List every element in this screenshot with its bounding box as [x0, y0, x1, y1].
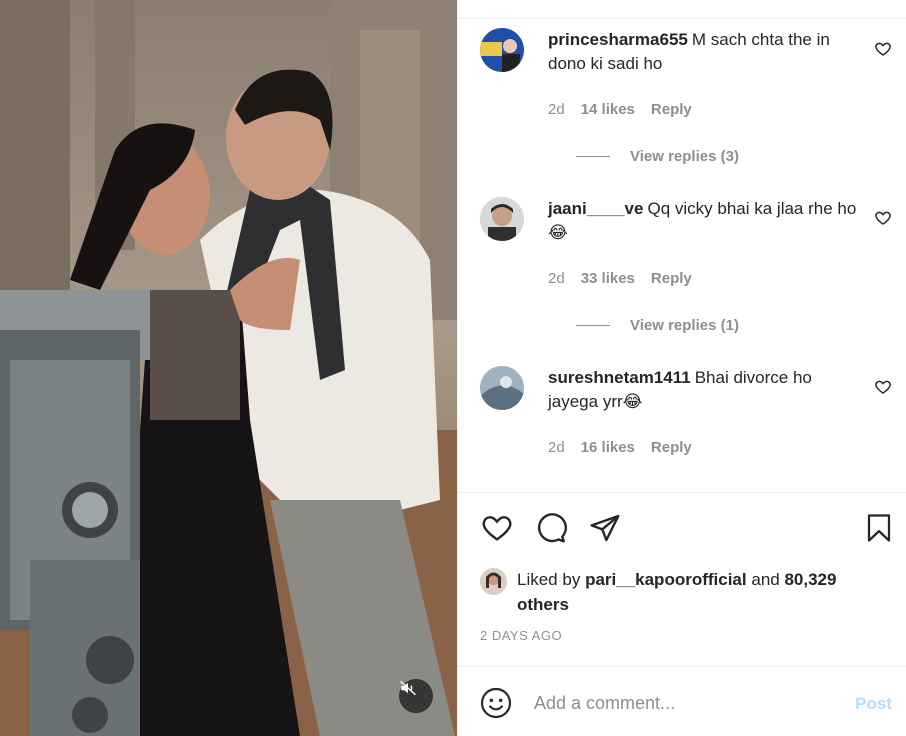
avatar[interactable] — [480, 366, 524, 410]
mute-toggle-button[interactable] — [399, 679, 433, 713]
comment-like-heart-icon[interactable] — [874, 209, 892, 227]
post-date[interactable]: 2 DAYS AGO — [480, 628, 562, 643]
comment-time[interactable]: 2d — [548, 101, 565, 118]
liked-by-and: and — [751, 570, 780, 589]
add-comment-input[interactable] — [534, 689, 834, 717]
like-button[interactable] — [480, 511, 514, 545]
comment-likes[interactable]: 14 likes — [581, 101, 635, 118]
comment-text-block: jaani____ve Qq vicky bhai ka jlaa rhe ho … — [548, 197, 866, 245]
avatar-image — [480, 28, 524, 72]
view-replies-button[interactable]: View replies (3) — [576, 148, 739, 165]
comment-meta: 2d 14 likes Reply — [548, 101, 708, 118]
post-actions — [480, 511, 896, 545]
share-button[interactable] — [588, 511, 622, 545]
comment-time[interactable]: 2d — [548, 439, 565, 456]
view-replies-label: View replies (1) — [630, 317, 739, 334]
speaker-muted-icon — [399, 680, 417, 696]
avatar[interactable] — [480, 197, 524, 241]
avatar[interactable] — [480, 28, 524, 72]
paper-plane-icon — [590, 514, 620, 542]
reply-button[interactable]: Reply — [651, 439, 692, 456]
comment-likes[interactable]: 16 likes — [581, 439, 635, 456]
comment-item: jaani____ve Qq vicky bhai ka jlaa rhe ho … — [480, 197, 892, 337]
comment-item: sureshnetam1411 Bhai divorce ho jayega yr… — [480, 366, 892, 466]
comment-username[interactable]: sureshnetam1411 — [548, 368, 691, 387]
comment-icon — [537, 513, 567, 543]
view-replies-button[interactable]: View replies (1) — [576, 317, 739, 334]
comment-text: Qq vicky bhai ka jlaa rhe ho — [647, 199, 857, 218]
avatar-image — [480, 197, 524, 241]
top-divider — [458, 18, 906, 19]
add-comment-bar: Post — [458, 666, 906, 736]
replies-line — [576, 156, 610, 157]
comments-panel: princesharma655 M sach chta the in dono k… — [457, 0, 906, 736]
view-replies-label: View replies (3) — [630, 148, 739, 165]
liked-by-text: Liked by pari__kapoorofficial and 80,329… — [517, 567, 847, 617]
comment-likes[interactable]: 33 likes — [581, 270, 635, 287]
comment-like-heart-icon[interactable] — [874, 40, 892, 58]
reply-button[interactable]: Reply — [651, 270, 692, 287]
comment-username[interactable]: princesharma655 — [548, 30, 688, 49]
post-button[interactable]: Post — [855, 694, 892, 714]
comment-item: princesharma655 M sach chta the in dono k… — [480, 28, 892, 168]
post-video[interactable] — [0, 0, 457, 736]
bookmark-icon — [867, 514, 891, 542]
comment-text-block: princesharma655 M sach chta the in dono k… — [548, 28, 866, 76]
comment-username[interactable]: jaani____ve — [548, 199, 643, 218]
liked-by-prefix: Liked by — [517, 570, 581, 589]
smiley-icon[interactable] — [480, 687, 512, 719]
comment-button[interactable] — [534, 511, 568, 545]
laughing-emoji: 😂 — [548, 223, 568, 243]
comment-meta: 2d 33 likes Reply — [548, 270, 708, 287]
comment-meta: 2d 16 likes Reply — [548, 439, 708, 456]
comment-text-block: sureshnetam1411 Bhai divorce ho jayega yr… — [548, 366, 866, 414]
comment-like-heart-icon[interactable] — [874, 378, 892, 396]
laughing-emoji: 😂 — [622, 392, 643, 412]
heart-icon — [482, 516, 512, 541]
replies-line — [576, 325, 610, 326]
save-button[interactable] — [862, 511, 896, 545]
liked-by-avatar[interactable] — [480, 568, 507, 595]
reply-button[interactable]: Reply — [651, 101, 692, 118]
actions-divider — [458, 492, 906, 493]
avatar-image — [480, 366, 524, 410]
avatar-image — [480, 568, 507, 595]
comment-time[interactable]: 2d — [548, 270, 565, 287]
video-frame — [0, 0, 457, 736]
liked-by-user[interactable]: pari__kapoorofficial — [585, 570, 747, 589]
